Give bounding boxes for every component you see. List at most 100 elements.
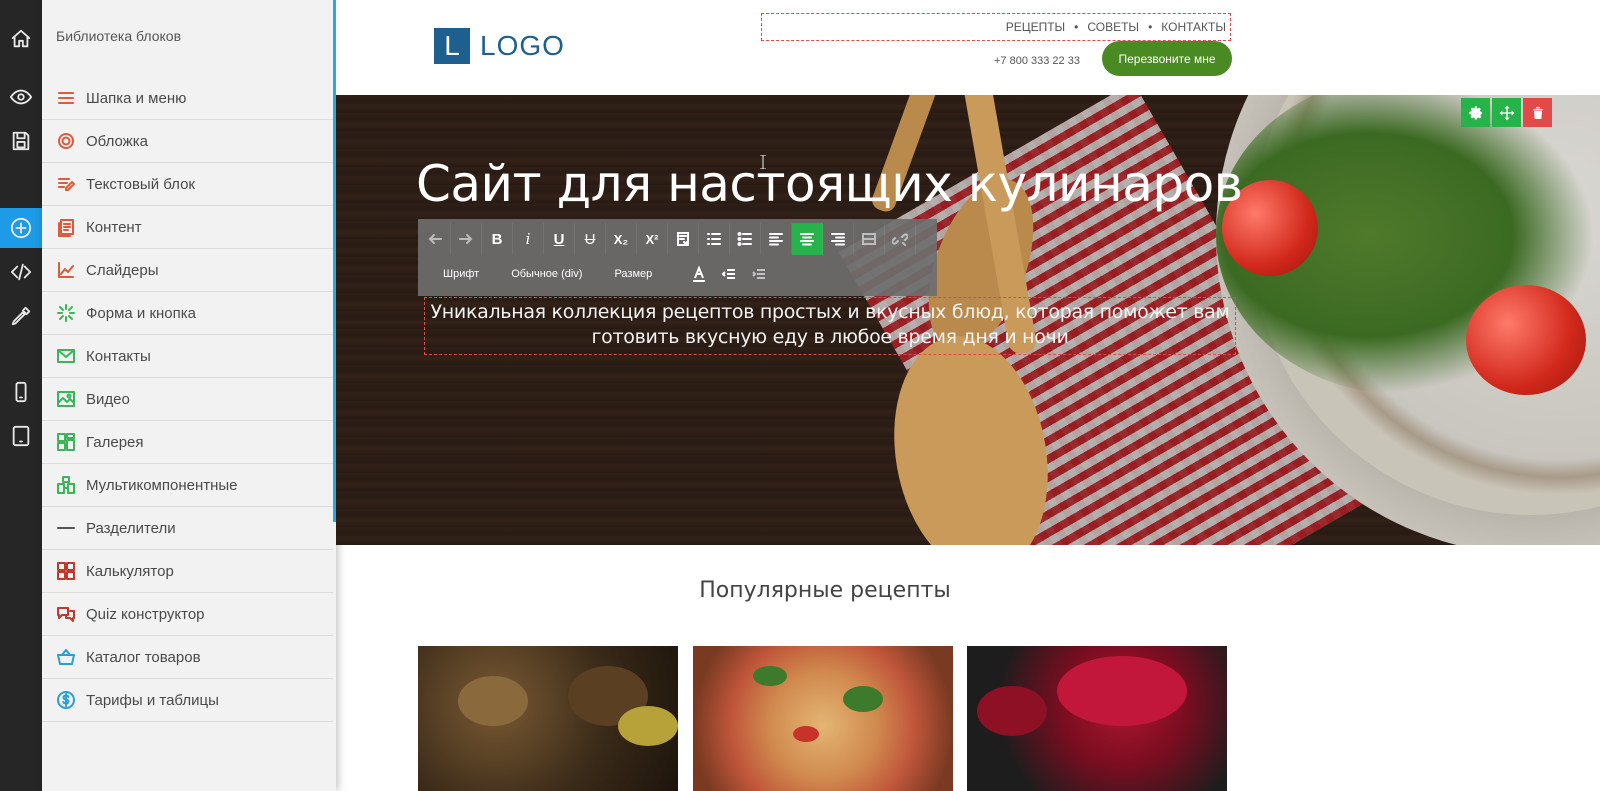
add-block-button[interactable] <box>0 208 42 248</box>
recipe-card-image[interactable] <box>693 646 953 791</box>
underline-button[interactable]: U <box>544 223 575 255</box>
outdent-icon <box>721 269 736 279</box>
clear-format-button[interactable] <box>668 223 699 255</box>
library-item-label: Видео <box>86 390 130 408</box>
library-item-video[interactable]: Видео <box>42 378 333 421</box>
home-button[interactable] <box>0 19 42 59</box>
site-logo[interactable]: L LOGO <box>434 28 565 64</box>
subscript-button[interactable]: X₂ <box>606 223 637 255</box>
food-decor <box>753 666 787 686</box>
hero-subtitle: Уникальная коллекция рецептов простых и … <box>425 298 1235 350</box>
nav-link-tips[interactable]: СОВЕТЫ <box>1087 20 1139 34</box>
library-item-pricing[interactable]: Тарифы и таблицы <box>42 679 333 722</box>
library-item-label: Quiz конструктор <box>86 605 205 623</box>
strikethrough-button[interactable]: U <box>575 223 606 255</box>
font-size-dropdown[interactable]: Размер <box>614 268 652 280</box>
align-right-icon <box>831 233 845 246</box>
code-button[interactable] <box>0 252 42 292</box>
mobile-view-button[interactable] <box>0 372 42 412</box>
library-item-cover[interactable]: Обложка <box>42 120 333 163</box>
align-center-icon <box>800 233 814 246</box>
popular-recipes-title: Популярные рецепты <box>699 578 951 603</box>
library-item-calculator[interactable]: Калькулятор <box>42 550 333 593</box>
hero-subtitle-line: готовить вкусную еду в любое время дня и… <box>591 326 1069 348</box>
library-item-label: Форма и кнопка <box>86 304 197 322</box>
redo-arrow-icon <box>459 234 473 244</box>
bold-button[interactable]: B <box>482 223 513 255</box>
basket-icon <box>56 647 76 667</box>
library-item-content[interactable]: Контент <box>42 206 333 249</box>
library-item-label: Обложка <box>86 132 148 150</box>
insert-block-button[interactable] <box>854 223 885 255</box>
food-decor <box>977 686 1047 736</box>
align-right-button[interactable] <box>823 223 854 255</box>
italic-button[interactable]: i <box>513 223 544 255</box>
recipe-card-image[interactable] <box>418 646 678 791</box>
library-item-label: Тарифы и таблицы <box>86 691 219 709</box>
block-delete-button[interactable] <box>1523 98 1552 127</box>
header-phone: +7 800 333 22 33 <box>994 55 1080 67</box>
block-library-panel: Библиотека блоков Шапка и меню Обложка Т… <box>42 0 336 791</box>
library-item-header-menu[interactable]: Шапка и меню <box>42 77 333 120</box>
redo-button[interactable] <box>451 223 482 255</box>
align-center-button[interactable] <box>792 223 823 255</box>
logo-text: LOGO <box>480 30 565 61</box>
text-edit-icon <box>56 174 76 194</box>
nav-link-recipes[interactable]: РЕЦЕПТЫ <box>1006 20 1065 34</box>
text-color-button[interactable] <box>684 261 714 287</box>
paragraph-format-dropdown[interactable]: Обычное (div) <box>511 268 582 280</box>
block-settings-button[interactable] <box>1461 98 1490 127</box>
nav-separator: • <box>1148 20 1153 34</box>
hero-title[interactable]: Сайт для настоящих кулинаров <box>416 155 1243 213</box>
library-item-label: Контент <box>86 218 142 236</box>
outdent-button[interactable] <box>714 261 744 287</box>
preview-button[interactable] <box>0 77 42 117</box>
recipe-card-image[interactable] <box>967 646 1227 791</box>
clear-format-icon <box>677 232 689 246</box>
unlink-icon <box>892 233 908 246</box>
library-item-gallery[interactable]: Галерея <box>42 421 333 464</box>
color-picker-button[interactable] <box>0 296 42 336</box>
block-move-button[interactable] <box>1492 98 1521 127</box>
target-icon <box>56 131 76 151</box>
bullet-list-button[interactable] <box>730 223 761 255</box>
library-item-label: Мультикомпонентные <box>86 476 238 494</box>
save-button[interactable] <box>0 121 42 161</box>
move-icon <box>1499 105 1514 120</box>
tablet-view-button[interactable] <box>0 416 42 456</box>
tablet-icon <box>12 425 30 447</box>
ordered-list-button[interactable] <box>699 223 730 255</box>
hero-subtitle-editable[interactable]: Уникальная коллекция рецептов простых и … <box>424 297 1236 355</box>
nav-link-contacts[interactable]: КОНТАКТЫ <box>1161 20 1226 34</box>
library-item-contacts[interactable]: Контакты <box>42 335 333 378</box>
library-item-sliders[interactable]: Слайдеры <box>42 249 333 292</box>
library-item-text-block[interactable]: Текстовый блок <box>42 163 333 206</box>
unlink-button[interactable] <box>885 223 916 255</box>
library-item-quiz[interactable]: Quiz конструктор <box>42 593 333 636</box>
library-item-label: Разделители <box>86 519 176 537</box>
click-icon <box>56 303 76 323</box>
bullet-list-icon <box>737 232 752 246</box>
library-item-label: Шапка и меню <box>86 89 187 107</box>
hero-tomato <box>1466 285 1586 395</box>
divider-icon <box>56 518 76 538</box>
superscript-button[interactable]: X² <box>637 223 668 255</box>
rich-text-toolbar: B i U U X₂ X² Шрифт Обычное (div) Размер <box>418 219 937 296</box>
library-item-multicomponent[interactable]: Мультикомпонентные <box>42 464 333 507</box>
block-tools <box>1461 98 1552 127</box>
indent-button[interactable] <box>744 261 774 287</box>
align-left-button[interactable] <box>761 223 792 255</box>
undo-button[interactable] <box>420 223 451 255</box>
panel-title: Библиотека блоков <box>56 28 182 44</box>
toolbar-row: B i U U X₂ X² <box>418 219 937 259</box>
slider-icon <box>56 260 76 280</box>
library-item-form-button[interactable]: Форма и кнопка <box>42 292 333 335</box>
library-item-catalog[interactable]: Каталог товаров <box>42 636 333 679</box>
undo-arrow-icon <box>428 234 442 244</box>
envelope-icon <box>56 346 76 366</box>
callback-button[interactable]: Перезвоните мне <box>1102 41 1232 76</box>
library-item-dividers[interactable]: Разделители <box>42 507 333 550</box>
font-family-dropdown[interactable]: Шрифт <box>443 268 479 280</box>
tool-rail <box>0 0 42 791</box>
food-decor <box>793 726 819 742</box>
